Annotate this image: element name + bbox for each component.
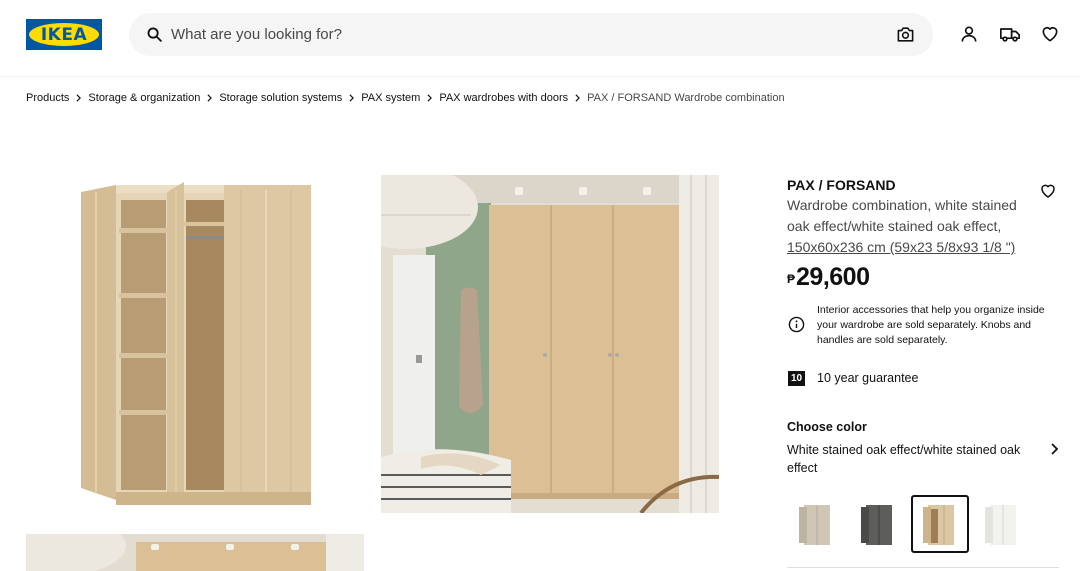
site-header: IKEA bbox=[0, 0, 1080, 77]
search-bar[interactable] bbox=[129, 13, 933, 56]
price-currency: ₱ bbox=[787, 272, 796, 286]
breadcrumb-current: PAX / FORSAND Wardrobe combination bbox=[587, 92, 785, 104]
selected-color-name[interactable]: White stained oak effect/white stained o… bbox=[787, 441, 1032, 477]
product-size-link[interactable]: 150x60x236 cm (59x23 5/8x93 1/8 ") bbox=[787, 237, 1015, 258]
divider bbox=[787, 567, 1059, 568]
product-image-third[interactable] bbox=[26, 534, 364, 571]
ikea-logo[interactable]: IKEA bbox=[26, 19, 102, 50]
breadcrumb-pax-system[interactable]: PAX system bbox=[361, 92, 420, 104]
breadcrumb: Products Storage & organization Storage … bbox=[26, 92, 785, 104]
product-image-room[interactable] bbox=[381, 175, 719, 513]
chevron-right-icon bbox=[76, 94, 82, 102]
color-swatch-white-stained-oak[interactable] bbox=[911, 495, 969, 553]
swatch-wardrobe-dark-grey bbox=[861, 505, 892, 545]
chevron-right-icon bbox=[427, 94, 433, 102]
price-value: 29,600 bbox=[796, 263, 870, 291]
room-photo bbox=[381, 175, 719, 513]
color-swatch-grey-beige[interactable] bbox=[787, 495, 845, 553]
info-icon bbox=[788, 316, 805, 333]
breadcrumb-storage-organization[interactable]: Storage & organization bbox=[88, 92, 200, 104]
chevron-right-icon bbox=[349, 94, 355, 102]
breadcrumb-products[interactable]: Products bbox=[26, 92, 69, 104]
chevron-right-icon bbox=[207, 94, 213, 102]
logo-oval: IKEA bbox=[29, 23, 99, 46]
breadcrumb-pax-wardrobes-with-doors[interactable]: PAX wardrobes with doors bbox=[439, 92, 568, 104]
chevron-right-icon[interactable] bbox=[1049, 443, 1059, 455]
favorite-heart-icon[interactable] bbox=[1039, 182, 1057, 200]
swatch-wardrobe-white bbox=[985, 505, 1016, 545]
wardrobe-illustration bbox=[81, 182, 311, 505]
user-icon[interactable] bbox=[959, 24, 979, 44]
product-price: ₱ 29,600 bbox=[787, 263, 870, 291]
guarantee-badge-icon: 10 bbox=[788, 371, 805, 386]
product-name: PAX / FORSAND bbox=[787, 177, 896, 193]
camera-icon[interactable] bbox=[896, 25, 915, 44]
choose-color-title: Choose color bbox=[787, 420, 867, 434]
color-swatch-dark-grey[interactable] bbox=[849, 495, 907, 553]
heart-icon[interactable] bbox=[1040, 24, 1060, 44]
product-description: Wardrobe combination, white stained oak … bbox=[787, 197, 1017, 234]
logo-text: IKEA bbox=[40, 24, 88, 45]
search-icon[interactable] bbox=[146, 26, 163, 43]
guarantee-text[interactable]: 10 year guarantee bbox=[817, 371, 918, 385]
swatch-wardrobe-oak bbox=[923, 505, 954, 545]
product-image-main[interactable] bbox=[26, 170, 364, 510]
truck-icon[interactable] bbox=[999, 24, 1021, 44]
chevron-right-icon bbox=[575, 94, 581, 102]
room-photo-2 bbox=[26, 534, 364, 571]
accessories-notice: Interior accessories that help you organ… bbox=[817, 304, 1045, 346]
swatch-wardrobe-grey-beige bbox=[799, 505, 830, 545]
breadcrumb-storage-solution-systems[interactable]: Storage solution systems bbox=[219, 92, 342, 104]
search-input[interactable] bbox=[171, 21, 871, 48]
color-swatch-white[interactable] bbox=[973, 495, 1031, 553]
